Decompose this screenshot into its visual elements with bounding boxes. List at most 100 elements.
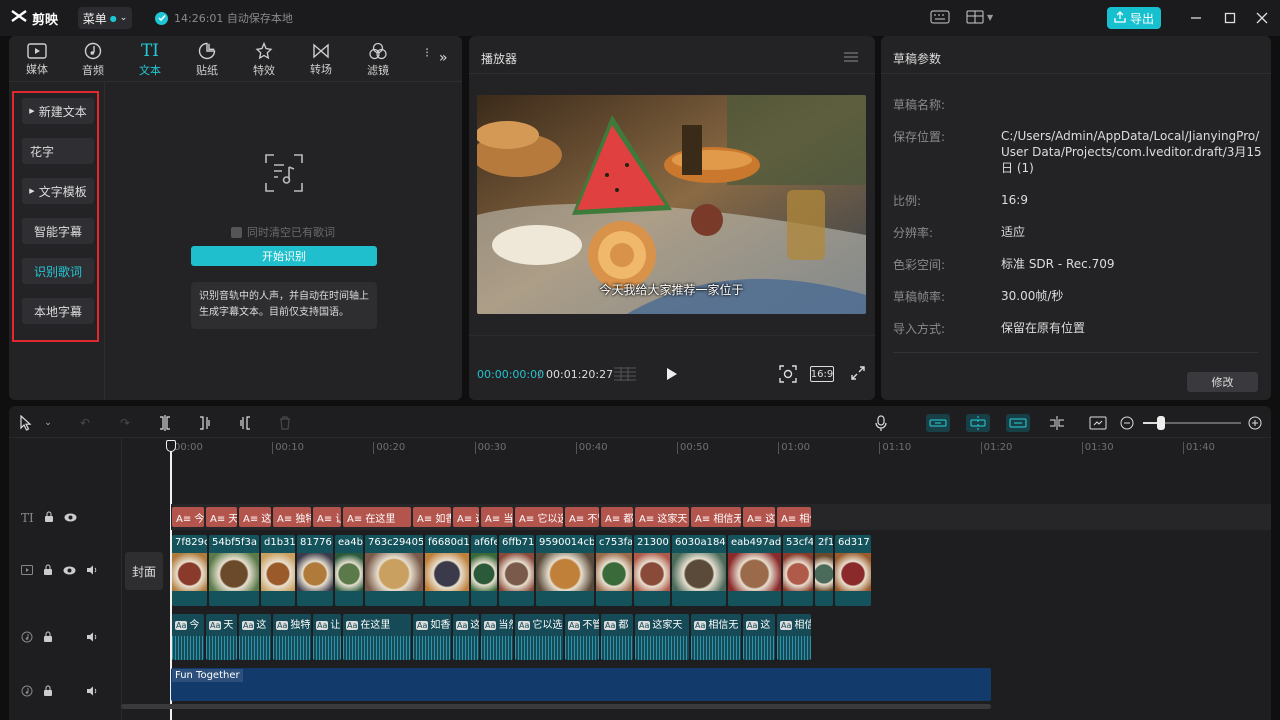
split-icon[interactable]	[155, 414, 175, 432]
fullscreen-icon[interactable]	[851, 366, 865, 383]
audio-clip[interactable]: Aa 让	[313, 614, 341, 660]
tab-media[interactable]: 媒体	[12, 40, 62, 80]
keyboard-icon[interactable]	[930, 10, 950, 27]
trash-icon[interactable]	[275, 414, 295, 432]
audio-clip[interactable]: Aa 今	[172, 614, 204, 660]
text-clip[interactable]: A≡ 当然	[481, 507, 513, 527]
video-clip[interactable]: ea4b	[335, 535, 363, 606]
audio-clip[interactable]: Aa 在这里	[343, 614, 411, 660]
checkbox[interactable]	[231, 226, 242, 238]
text-clip[interactable]: A≡ 相信	[777, 507, 811, 527]
text-clip[interactable]: A≡ 这家天	[635, 507, 689, 527]
audio-clip[interactable]: Aa 这	[239, 614, 271, 660]
video-preview[interactable]: 今天我给大家推荐一家位于	[477, 95, 866, 314]
audio-clip[interactable]: Aa 它以选	[515, 614, 563, 660]
video-clip[interactable]: 7f829c	[172, 535, 207, 606]
lock-icon[interactable]	[43, 564, 53, 579]
lock-icon[interactable]	[44, 511, 54, 526]
auto-snap-icon[interactable]	[966, 414, 990, 432]
tab-effects[interactable]: 特效	[239, 40, 289, 80]
video-clip[interactable]: 81776	[297, 535, 333, 606]
video-clip[interactable]: 53cf4	[783, 535, 813, 606]
text-clip[interactable]: A≡ 这	[743, 507, 775, 527]
video-clip[interactable]: 6ffb71	[499, 535, 534, 606]
sidebar-item-lyrics[interactable]: 识别歌词	[22, 258, 94, 284]
delete-right-icon[interactable]	[235, 414, 255, 432]
select-cursor-icon[interactable]	[16, 414, 36, 432]
zoom-slider-handle[interactable]	[1157, 416, 1165, 430]
text-clip[interactable]: A≡ 让	[313, 507, 341, 527]
modify-button[interactable]: 修改	[1187, 372, 1258, 392]
audio-clip[interactable]: Aa 不管	[565, 614, 599, 660]
speaker-icon[interactable]	[86, 685, 98, 699]
audio-clip[interactable]: Aa 天	[206, 614, 237, 660]
tab-filter[interactable]: 滤镜	[353, 40, 403, 80]
linkage-icon[interactable]	[1006, 414, 1030, 432]
music-clip[interactable]	[171, 668, 991, 701]
main-track-magnet-icon[interactable]	[926, 414, 950, 432]
audio-clip[interactable]: Aa 相信无	[691, 614, 741, 660]
preview-axis-icon[interactable]	[1047, 414, 1067, 432]
text-clip[interactable]: A≡ 如香	[413, 507, 451, 527]
tab-audio[interactable]: 音频	[68, 40, 118, 80]
screenshot-icon[interactable]	[779, 365, 797, 386]
chevron-down-icon[interactable]: ⌄	[38, 414, 58, 432]
play-icon[interactable]	[666, 367, 678, 384]
speaker-icon[interactable]	[86, 631, 98, 645]
audio-clip[interactable]: Aa 相信	[777, 614, 811, 660]
tab-sticker[interactable]: 贴纸	[182, 40, 232, 80]
start-recognize-button[interactable]: 开始识别	[191, 246, 377, 266]
text-clip[interactable]: A≡ 这	[239, 507, 271, 527]
timeline-scrollbar[interactable]	[121, 704, 991, 709]
tab-transition[interactable]: 转场	[296, 40, 346, 80]
hamburger-menu-icon[interactable]	[844, 51, 858, 65]
maximize-icon[interactable]	[1221, 9, 1239, 27]
eye-icon[interactable]	[64, 511, 77, 525]
sidebar-item-local-caption[interactable]: 本地字幕	[22, 298, 94, 324]
text-clip[interactable]: A≡ 今天	[172, 507, 204, 527]
progress-bar[interactable]	[469, 335, 875, 336]
menu-button[interactable]: 菜单 ● ⌄	[78, 7, 132, 29]
minimize-icon[interactable]	[1187, 9, 1205, 27]
video-clip[interactable]: af6fe	[471, 535, 497, 606]
video-clip[interactable]: f6680d12	[425, 535, 469, 606]
audio-clip[interactable]: Aa 这	[743, 614, 775, 660]
aspect-ratio-button[interactable]: 16:9	[810, 366, 834, 382]
video-clip[interactable]: 6030a1848	[672, 535, 726, 606]
cover-button[interactable]: 封面	[125, 552, 163, 590]
text-clip[interactable]: A≡ 独特	[273, 507, 311, 527]
video-clip[interactable]: 2f1	[815, 535, 833, 606]
clear-lyrics-option[interactable]: 同时清空已有歌词	[231, 224, 335, 240]
close-icon[interactable]	[1253, 9, 1271, 27]
sidebar-item-new-text[interactable]: ▶ 新建文本	[22, 98, 94, 124]
undo-icon[interactable]: ↶	[75, 414, 95, 432]
timeline-grid-icon[interactable]	[614, 367, 636, 384]
sidebar-item-huazi[interactable]: 花字	[22, 138, 94, 164]
time-ruler[interactable]: 00:00 00:10 00:20 00:30 00:40 00:50 01:00 01:10…	[171, 440, 1271, 456]
video-clip[interactable]: eab497ad	[728, 535, 781, 606]
video-clip[interactable]: 54bf5f3a	[209, 535, 259, 606]
audio-clip[interactable]: Aa 这家天	[635, 614, 689, 660]
text-clip[interactable]: A≡ 相信无	[691, 507, 741, 527]
video-clip[interactable]: 21300	[634, 535, 670, 606]
text-clip[interactable]: A≡ 天	[206, 507, 237, 527]
video-clip[interactable]: d1b31	[261, 535, 295, 606]
audio-clip[interactable]: Aa 这	[453, 614, 479, 660]
lock-icon[interactable]	[43, 631, 53, 646]
tab-text[interactable]: TI 文本	[125, 40, 175, 80]
layout-icon[interactable]: ▼	[966, 10, 993, 24]
sidebar-item-text-template[interactable]: ▶ 文字模板	[22, 178, 94, 204]
microphone-icon[interactable]	[871, 414, 891, 432]
redo-icon[interactable]: ↷	[115, 414, 135, 432]
video-clip[interactable]: 6d317	[835, 535, 871, 606]
text-clip[interactable]: A≡ 都	[601, 507, 633, 527]
eye-icon[interactable]	[63, 564, 76, 578]
text-clip[interactable]: A≡ 在这里	[343, 507, 411, 527]
text-clip[interactable]: A≡ 它以选	[515, 507, 563, 527]
zoom-in-icon[interactable]	[1245, 414, 1265, 432]
export-button[interactable]: 导出	[1107, 7, 1161, 29]
video-clip[interactable]: c753fa	[596, 535, 632, 606]
lock-icon[interactable]	[43, 685, 53, 700]
text-clip[interactable]: A≡ 不管	[565, 507, 599, 527]
playhead-handle[interactable]	[166, 440, 176, 452]
